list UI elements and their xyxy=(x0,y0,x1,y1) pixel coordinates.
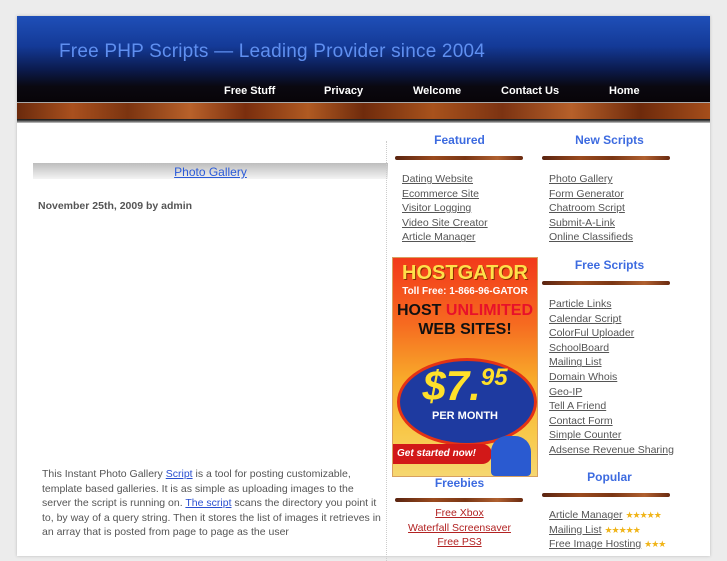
freebies-heading: Freebies xyxy=(434,476,485,490)
star-rating-icon: ★★★★★ xyxy=(604,524,640,535)
ad-price-main: $7. xyxy=(422,362,481,409)
page-container: Free PHP Scripts — Leading Provider sinc… xyxy=(17,16,710,561)
free-script-link[interactable]: Domain Whois xyxy=(549,370,674,385)
featured-link[interactable]: Video Site Creator xyxy=(402,216,488,231)
script-link[interactable]: Script xyxy=(166,468,193,480)
new-scripts-heading: New Scripts xyxy=(575,133,644,147)
freebie-link[interactable]: Waterfall Screensaver xyxy=(392,521,527,536)
featured-link[interactable]: Visitor Logging xyxy=(402,201,488,216)
column-divider xyxy=(386,141,388,561)
gator-mascot-icon xyxy=(491,436,531,476)
ad-price: $7.95 xyxy=(393,362,537,410)
post-body: This Instant Photo Gallery Script is a t… xyxy=(42,467,382,540)
featured-rule xyxy=(395,156,523,160)
nav-free-stuff[interactable]: Free Stuff xyxy=(224,85,275,97)
nav-home[interactable]: Home xyxy=(609,85,640,97)
free-scripts-list: Particle Links Calendar Script ColorFul … xyxy=(549,297,674,458)
free-script-link[interactable]: Mailing List xyxy=(549,355,674,370)
new-scripts-list: Photo Gallery Form Generator Chatroom Sc… xyxy=(549,172,633,245)
free-script-link[interactable]: Calendar Script xyxy=(549,312,674,327)
freebies-list: Free Xbox Waterfall Screensaver Free PS3 xyxy=(392,506,527,550)
main-nav: Free Stuff Privacy Welcome Contact Us Ho… xyxy=(17,85,710,101)
featured-heading: Featured xyxy=(434,133,485,147)
popular-link[interactable]: Mailing List xyxy=(549,524,602,536)
post-title-link[interactable]: Photo Gallery xyxy=(174,165,247,179)
popular-link[interactable]: Article Manager xyxy=(549,509,623,521)
featured-list: Dating Website Ecommerce Site Visitor Lo… xyxy=(402,172,488,245)
ad-brand: HOSTGATOR xyxy=(402,262,528,284)
free-script-link[interactable]: Contact Form xyxy=(549,414,674,429)
header-divider xyxy=(17,119,710,123)
freebie-link[interactable]: Free PS3 xyxy=(392,535,527,550)
nav-welcome[interactable]: Welcome xyxy=(413,85,461,97)
new-script-link[interactable]: Online Classifieds xyxy=(549,230,633,245)
popular-list: Article Manager ★★★★★ Mailing List ★★★★★… xyxy=(549,508,666,552)
nav-contact-us[interactable]: Contact Us xyxy=(501,85,559,97)
free-script-link[interactable]: Geo-IP xyxy=(549,385,674,400)
ad-headline-host: HOST xyxy=(397,302,446,319)
featured-link[interactable]: Article Manager xyxy=(402,230,488,245)
star-rating-icon: ★★★ xyxy=(644,539,666,550)
popular-rule xyxy=(542,493,670,497)
header-wood-band xyxy=(17,102,710,119)
free-scripts-rule xyxy=(542,281,670,285)
ad-headline: HOST UNLIMITED WEB SITES! xyxy=(393,301,537,339)
new-script-link[interactable]: Form Generator xyxy=(549,187,633,202)
free-script-link[interactable]: Particle Links xyxy=(549,297,674,312)
hostgator-ad-banner[interactable]: HOSTGATOR Toll Free: 1-866-96-GATOR HOST… xyxy=(392,257,538,477)
nav-privacy[interactable]: Privacy xyxy=(324,85,363,97)
freebies-rule xyxy=(395,498,523,502)
post-meta: November 25th, 2009 by admin xyxy=(38,200,193,212)
featured-link[interactable]: Dating Website xyxy=(402,172,488,187)
popular-item: Free Image Hosting ★★★ xyxy=(549,537,666,552)
featured-link[interactable]: Ecommerce Site xyxy=(402,187,488,202)
post-title-bar: Photo Gallery xyxy=(33,163,388,179)
free-script-link[interactable]: ColorFul Uploader xyxy=(549,326,674,341)
post-text: This Instant Photo Gallery xyxy=(42,468,166,480)
free-scripts-heading: Free Scripts xyxy=(574,258,645,272)
popular-item: Mailing List ★★★★★ xyxy=(549,523,665,538)
ad-headline-unlimited: UNLIMITED xyxy=(445,302,533,319)
free-script-link[interactable]: Adsense Revenue Sharing xyxy=(549,443,674,458)
new-script-link[interactable]: Submit-A-Link xyxy=(549,216,633,231)
ad-price-cents: 95 xyxy=(480,364,508,391)
new-scripts-rule xyxy=(542,156,670,160)
popular-heading: Popular xyxy=(587,470,632,484)
free-script-link[interactable]: Simple Counter xyxy=(549,428,674,443)
the-script-link[interactable]: The script xyxy=(185,497,231,509)
popular-item: Article Manager ★★★★★ xyxy=(549,508,665,523)
site-header: Free PHP Scripts — Leading Provider sinc… xyxy=(17,16,710,102)
freebie-link[interactable]: Free Xbox xyxy=(392,506,527,521)
new-script-link[interactable]: Photo Gallery xyxy=(549,172,633,187)
star-rating-icon: ★★★★★ xyxy=(625,510,661,520)
free-script-link[interactable]: Tell A Friend xyxy=(549,399,674,414)
popular-link[interactable]: Free Image Hosting xyxy=(549,538,641,550)
ad-phone: Toll Free: 1-866-96-GATOR xyxy=(402,286,528,297)
ad-headline-websites: WEB SITES! xyxy=(418,321,512,338)
free-script-link[interactable]: SchoolBoard xyxy=(549,341,674,356)
ad-cta-button[interactable]: Get started now! xyxy=(393,444,492,464)
new-script-link[interactable]: Chatroom Script xyxy=(549,201,633,216)
ad-per-month: PER MONTH xyxy=(432,410,498,422)
site-title: Free PHP Scripts — Leading Provider sinc… xyxy=(59,41,486,62)
